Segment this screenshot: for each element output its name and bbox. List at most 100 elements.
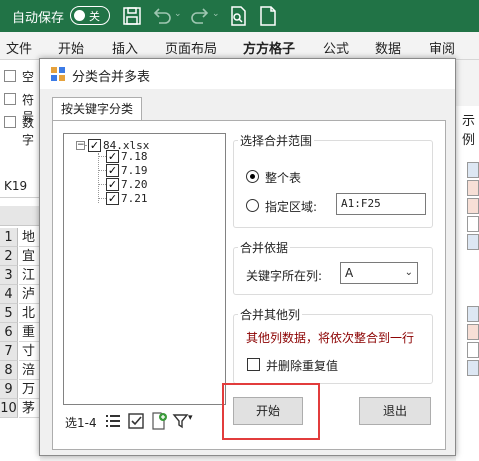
app-icon: [51, 67, 65, 81]
key-column-label: 关键字所在列:: [246, 269, 323, 283]
key-column-value: A: [345, 266, 354, 280]
tab-review[interactable]: 审阅: [429, 38, 455, 57]
autosave-toggle[interactable]: 关: [70, 6, 110, 25]
example-cell: [467, 180, 479, 196]
dialog-title: 分类合并多表: [72, 70, 151, 85]
highlight-box: [222, 383, 320, 440]
tab-formulas[interactable]: 公式: [323, 38, 349, 57]
range-group-title: 选择合并范围: [238, 132, 315, 149]
add-item-icon[interactable]: [149, 411, 169, 431]
key-column-select[interactable]: A ⌄: [340, 262, 418, 284]
tree-item-label[interactable]: 7.21: [121, 192, 148, 205]
check-all-icon[interactable]: [126, 411, 146, 431]
example-cell: [467, 234, 479, 250]
radio-specified-range-label[interactable]: 指定区域:: [265, 198, 317, 215]
row-number[interactable]: 9: [0, 380, 18, 399]
undo-dropdown-icon[interactable]: ⌄: [174, 9, 182, 19]
basis-group: 合并依据 关键字所在列: A ⌄: [233, 239, 433, 295]
example-cell: [467, 360, 479, 376]
radio-selected-dot: [250, 174, 255, 179]
row-number[interactable]: 2: [0, 247, 18, 266]
row-number[interactable]: 6: [0, 323, 18, 342]
select-range-label[interactable]: 选1-4: [65, 414, 97, 431]
cell[interactable]: 北: [19, 304, 40, 323]
basis-group-title: 合并依据: [238, 239, 291, 256]
tree-item-checkbox[interactable]: ✓: [106, 192, 119, 205]
redo-dropdown-icon[interactable]: ⌄: [212, 9, 220, 19]
chevron-down-icon: ⌄: [404, 267, 413, 278]
tree-item-label[interactable]: 7.18: [121, 150, 148, 163]
radio-whole-sheet-label[interactable]: 整个表: [265, 169, 301, 186]
other-columns-group-title: 合并其他列: [238, 306, 303, 323]
example-cell: [467, 198, 479, 214]
row-number[interactable]: 5: [0, 304, 18, 323]
cell[interactable]: 寸: [19, 342, 40, 361]
autosave-label: 自动保存: [12, 11, 65, 26]
cell[interactable]: 万: [19, 380, 40, 399]
other-columns-note: 其他列数据，将依次整合到一行: [246, 331, 415, 345]
radio-specified-range[interactable]: [246, 199, 259, 212]
row-number[interactable]: 3: [0, 266, 18, 285]
cell[interactable]: 涪: [19, 361, 40, 380]
filter-dropdown-icon[interactable]: ▾: [188, 413, 193, 423]
option-label: 数字: [22, 116, 35, 147]
list-icon[interactable]: [103, 411, 123, 431]
exit-button[interactable]: 退出: [359, 397, 431, 425]
toggle-state: 关: [89, 10, 100, 23]
row-number[interactable]: 4: [0, 285, 18, 304]
example-panel: 示例: [456, 106, 479, 461]
example-cell: [467, 216, 479, 232]
tree-root-checkbox[interactable]: ✓: [88, 139, 101, 152]
row-number[interactable]: 1: [0, 228, 18, 247]
tab-by-keyword[interactable]: 按关键字分类: [52, 97, 142, 121]
tab-page-layout[interactable]: 页面布局: [165, 38, 217, 57]
option-checkbox[interactable]: [4, 93, 16, 105]
tab-home[interactable]: 开始: [58, 38, 84, 57]
dedupe-label[interactable]: 并删除重复值: [266, 357, 338, 374]
save-icon[interactable]: [120, 4, 144, 28]
option-label: 空: [22, 70, 35, 84]
column-header: [0, 206, 40, 226]
undo-icon[interactable]: [150, 4, 174, 28]
tab-fangfang[interactable]: 方方格子: [243, 38, 295, 57]
excel-titlebar: 自动保存 关 ⌄ ⌄: [0, 0, 479, 32]
tree-item-label[interactable]: 7.19: [121, 164, 148, 177]
row-number[interactable]: 10: [0, 399, 18, 418]
cell[interactable]: 江: [19, 266, 40, 285]
cell[interactable]: 宜: [19, 247, 40, 266]
toggle-knob: [74, 10, 85, 21]
example-cell: [467, 342, 479, 358]
row-number[interactable]: 8: [0, 361, 18, 380]
range-group: 选择合并范围 整个表 指定区域: A1:F25: [233, 132, 433, 228]
redo-icon[interactable]: [188, 4, 212, 28]
radio-whole-sheet[interactable]: [246, 170, 259, 183]
example-cell: [467, 162, 479, 178]
sheet-tree: − ✓ 84.xlsx ✓ 7.18 ✓ 7.19 ✓ 7.20 ✓ 7.21: [63, 133, 226, 405]
cell[interactable]: 茅: [19, 399, 40, 418]
collapse-icon[interactable]: −: [76, 141, 85, 150]
print-preview-icon[interactable]: [226, 4, 250, 28]
name-box[interactable]: K19: [0, 174, 40, 198]
tab-data[interactable]: 数据: [375, 38, 401, 57]
example-cell: [467, 324, 479, 340]
tree-item-checkbox[interactable]: ✓: [106, 164, 119, 177]
tab-file[interactable]: 文件: [6, 38, 32, 57]
other-columns-group: 合并其他列 其他列数据，将依次整合到一行 并删除重复值: [233, 306, 433, 384]
cell[interactable]: 泸: [19, 285, 40, 304]
dedupe-checkbox[interactable]: [247, 358, 260, 371]
option-checkbox[interactable]: [4, 116, 16, 128]
row-number[interactable]: 7: [0, 342, 18, 361]
tab-insert[interactable]: 插入: [112, 38, 138, 57]
example-cell: [467, 306, 479, 322]
ribbon-tabs: 文件 开始 插入 页面布局 方方格子 公式 数据 审阅: [0, 32, 479, 60]
tree-item-checkbox[interactable]: ✓: [106, 150, 119, 163]
range-input[interactable]: A1:F25: [336, 193, 426, 215]
option-checkbox[interactable]: [4, 70, 16, 82]
tree-item-checkbox[interactable]: ✓: [106, 178, 119, 191]
cell[interactable]: 重: [19, 323, 40, 342]
example-label: 示例: [462, 114, 476, 148]
cell[interactable]: 地: [19, 228, 40, 247]
dialog-titlebar[interactable]: 分类合并多表: [40, 59, 455, 89]
new-sheet-icon[interactable]: [256, 4, 280, 28]
tree-item-label[interactable]: 7.20: [121, 178, 148, 191]
